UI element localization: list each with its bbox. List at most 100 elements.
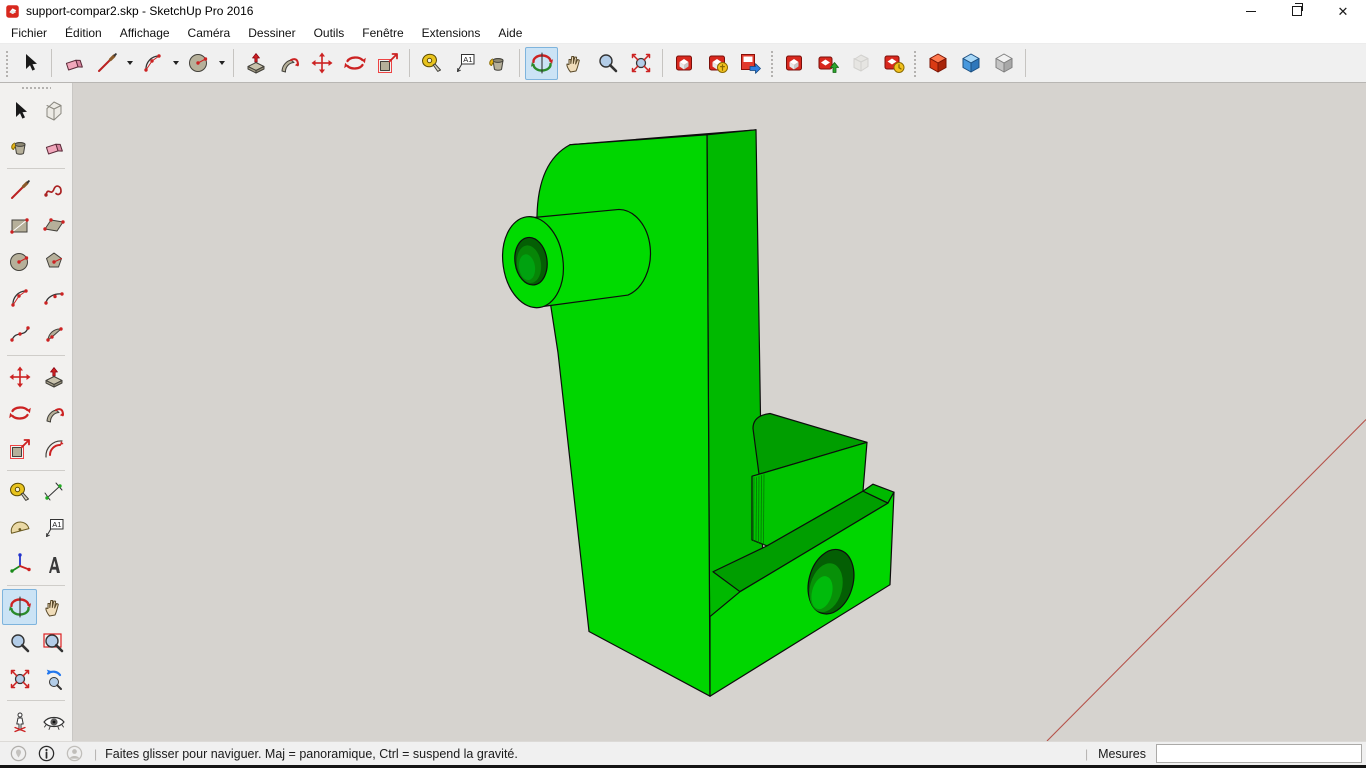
menu-item-affichage[interactable]: Affichage <box>111 24 179 42</box>
zoom-extents-icon <box>629 51 653 75</box>
get-models-button[interactable] <box>668 47 701 80</box>
3d-text-button[interactable] <box>36 546 71 582</box>
red-cube-button[interactable] <box>921 47 954 80</box>
previous-view-icon <box>42 667 66 691</box>
orbit-button[interactable] <box>2 589 37 625</box>
select-button[interactable] <box>13 47 46 80</box>
upload-model-button[interactable] <box>811 47 844 80</box>
make-component-button[interactable] <box>36 93 71 129</box>
orbit-button[interactable] <box>525 47 558 80</box>
extension-warehouse-button[interactable] <box>877 47 910 80</box>
menu-item-aide[interactable]: Aide <box>489 24 531 42</box>
pan-button[interactable] <box>36 589 71 625</box>
menu-item-outils[interactable]: Outils <box>305 24 354 42</box>
blue-cube-button[interactable] <box>954 47 987 80</box>
scale-button[interactable] <box>2 431 37 467</box>
menu-item-fenetre[interactable]: Fenêtre <box>353 24 412 42</box>
tape-measure-button[interactable] <box>415 47 448 80</box>
previous-view-button[interactable] <box>36 661 71 697</box>
select-button[interactable] <box>2 93 37 129</box>
zoom-button[interactable] <box>2 625 37 661</box>
paint-bucket-button[interactable] <box>481 47 514 80</box>
zoom-extents-button[interactable] <box>2 661 37 697</box>
text-button[interactable]: A1 <box>36 510 71 546</box>
follow-me-button[interactable] <box>36 395 71 431</box>
move-button[interactable] <box>305 47 338 80</box>
send-to-layout-button[interactable] <box>734 47 767 80</box>
orbit-icon <box>530 51 554 75</box>
line-button[interactable] <box>90 47 123 80</box>
blue-cube-icon <box>959 51 983 75</box>
two-point-arc-button[interactable] <box>36 280 71 316</box>
offset-button[interactable] <box>36 431 71 467</box>
pie-button[interactable] <box>36 316 71 352</box>
rotate-button[interactable] <box>2 395 37 431</box>
arc-button[interactable] <box>136 47 169 80</box>
rotated-rectangle-button[interactable] <box>36 208 71 244</box>
eraser-button[interactable] <box>36 129 71 165</box>
line-button[interactable] <box>2 172 37 208</box>
toolbar-divider <box>7 355 65 356</box>
menu-item-fichier[interactable]: Fichier <box>2 24 56 42</box>
menu-item-dessiner[interactable]: Dessiner <box>239 24 304 42</box>
menu-item-edition[interactable]: Édition <box>56 24 111 42</box>
zoom-extents-button[interactable] <box>624 47 657 80</box>
paint-bucket-button[interactable] <box>2 129 37 165</box>
pan-icon <box>42 595 66 619</box>
minimize-button[interactable] <box>1228 0 1274 22</box>
circle-dropdown-arrow[interactable] <box>215 48 228 79</box>
zoom-window-button[interactable] <box>36 625 71 661</box>
scale-button[interactable] <box>371 47 404 80</box>
close-button[interactable]: ✕ <box>1320 0 1366 22</box>
move-button[interactable] <box>2 359 37 395</box>
model-support-bracket[interactable] <box>497 130 894 696</box>
circle-icon <box>8 250 32 274</box>
push-pull-button[interactable] <box>239 47 272 80</box>
text-button[interactable]: A1 <box>448 47 481 80</box>
push-pull-button[interactable] <box>36 359 71 395</box>
toolbar-divider <box>7 700 65 701</box>
credits-button[interactable] <box>37 744 56 763</box>
pan-button[interactable] <box>558 47 591 80</box>
scene-svg[interactable] <box>73 83 1366 741</box>
menu-item-camera[interactable]: Caméra <box>179 24 240 42</box>
axes-button[interactable] <box>2 546 37 582</box>
look-around-button[interactable] <box>36 704 71 740</box>
get-models-button[interactable] <box>778 47 811 80</box>
toolbar-separator <box>662 49 663 77</box>
top-toolbar: A1 <box>0 44 1366 83</box>
left-toolbar: A1 <box>0 83 73 741</box>
measurements-input[interactable] <box>1156 744 1362 763</box>
follow-me-button[interactable] <box>272 47 305 80</box>
pie-icon <box>42 322 66 346</box>
arc-button[interactable] <box>2 280 37 316</box>
geolocation-button[interactable] <box>9 744 28 763</box>
tape-measure-button[interactable] <box>2 474 37 510</box>
eraser-button[interactable] <box>57 47 90 80</box>
get-models-icon <box>783 51 807 75</box>
share-model-button[interactable] <box>701 47 734 80</box>
zoom-button[interactable] <box>591 47 624 80</box>
freehand-button[interactable] <box>36 172 71 208</box>
look-around-icon <box>42 710 66 734</box>
viewport-3d[interactable] <box>73 83 1366 741</box>
dimension-button[interactable] <box>36 474 71 510</box>
rotated-rectangle-icon <box>42 214 66 238</box>
model-info-button[interactable] <box>844 47 877 80</box>
protractor-button[interactable] <box>2 510 37 546</box>
polygon-button[interactable] <box>36 244 71 280</box>
sign-in-button[interactable] <box>65 744 84 763</box>
rectangle-button[interactable] <box>2 208 37 244</box>
three-point-arc-button[interactable] <box>2 316 37 352</box>
position-camera-button[interactable] <box>2 704 37 740</box>
circle-button[interactable] <box>2 244 37 280</box>
menu-item-extensions[interactable]: Extensions <box>413 24 490 42</box>
arc-icon <box>141 51 165 75</box>
circle-button[interactable] <box>182 47 215 80</box>
gray-cube-button[interactable] <box>987 47 1020 80</box>
line-dropdown-arrow[interactable] <box>123 48 136 79</box>
two-point-arc-icon <box>42 286 66 310</box>
restore-button[interactable] <box>1274 0 1320 22</box>
arc-dropdown-arrow[interactable] <box>169 48 182 79</box>
rotate-button[interactable] <box>338 47 371 80</box>
